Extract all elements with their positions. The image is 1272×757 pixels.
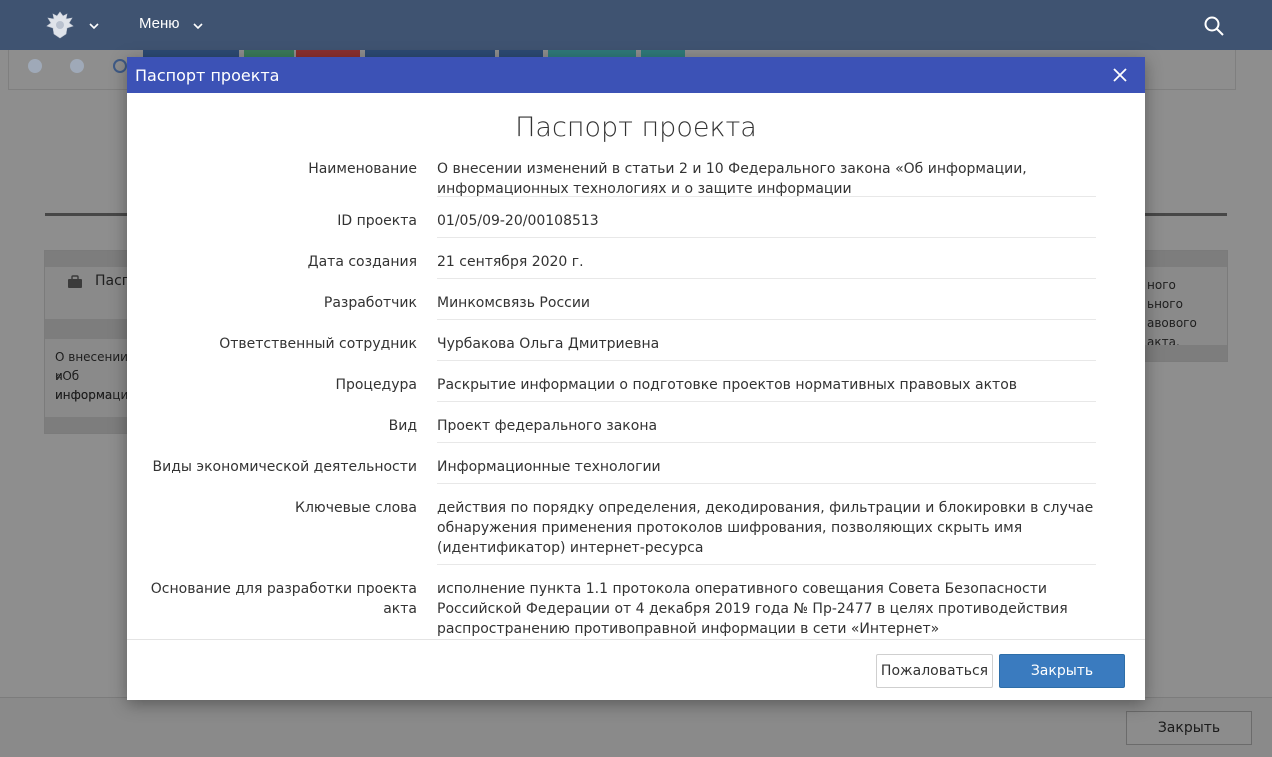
chevron-down-icon[interactable]: [192, 20, 204, 32]
field-row: Дата создания 21 сентября 2020 г.: [127, 238, 1145, 279]
field-value: Чурбакова Ольга Дмитриевна: [437, 320, 1096, 361]
field-label: ID проекта: [337, 213, 417, 229]
field-value: Раскрытие информации о подготовке проект…: [437, 361, 1096, 402]
menu-button[interactable]: Меню: [139, 15, 180, 32]
modal-title: Паспорт проекта: [135, 66, 280, 85]
passport-fields: Наименование О внесении изменений в стат…: [127, 156, 1145, 639]
briefcase-icon: [68, 275, 82, 288]
field-row: Виды экономической деятельности Информац…: [127, 443, 1145, 484]
back-icon[interactable]: [28, 59, 42, 73]
top-navbar: Меню: [0, 0, 1272, 50]
field-value: Информационные технологии: [437, 443, 1096, 484]
field-value: действия по порядку определения, декодир…: [437, 484, 1096, 565]
complain-button[interactable]: Пожаловаться: [876, 654, 993, 688]
field-value: 01/05/09-20/00108513: [437, 197, 1096, 238]
field-row: Разработчик Минкомсвязь России: [127, 279, 1145, 320]
field-value: 21 сентября 2020 г.: [437, 238, 1096, 279]
field-label: Вид: [388, 418, 417, 434]
field-row: Ключевые слова действия по порядку опред…: [127, 484, 1145, 565]
field-row: Процедура Раскрытие информации о подгото…: [127, 361, 1145, 402]
field-label: Процедура: [335, 377, 417, 393]
field-row: Ответственный сотрудник Чурбакова Ольга …: [127, 320, 1145, 361]
search-icon[interactable]: [1203, 15, 1225, 37]
background-card-right: ного ьного авового акта.: [1140, 250, 1228, 362]
background-card-left: Пасп О внесении и «Об информа информации: [44, 250, 136, 434]
field-row: Основание для разработки проекта акта ис…: [127, 565, 1145, 639]
field-label: Основание для разработки проекта акта: [150, 581, 417, 617]
field-label: Дата создания: [307, 254, 417, 270]
close-button[interactable]: Закрыть: [999, 654, 1125, 688]
modal-header: Паспорт проекта: [127, 57, 1145, 93]
modal-body[interactable]: Паспорт проекта Наименование О внесении …: [127, 93, 1145, 639]
project-passport-modal: Паспорт проекта Паспорт проекта Наименов…: [127, 57, 1145, 700]
field-label: Наименование: [308, 161, 417, 177]
card-header-text: Пасп: [95, 273, 131, 289]
field-label: Виды экономической деятельности: [152, 459, 417, 475]
field-row: Вид Проект федерального закона: [127, 402, 1145, 443]
background-close-button[interactable]: Закрыть: [1126, 711, 1252, 745]
field-value: О внесении изменений в статьи 2 и 10 Фед…: [437, 156, 1096, 197]
field-row: Наименование О внесении изменений в стат…: [127, 156, 1145, 197]
modal-footer: Пожаловаться Закрыть: [127, 639, 1145, 700]
refresh-icon[interactable]: [113, 59, 127, 73]
background-footer: [0, 697, 1272, 757]
field-label: Ответственный сотрудник: [219, 336, 417, 352]
field-value: Минкомсвязь России: [437, 279, 1096, 320]
field-value: Проект федерального закона: [437, 402, 1096, 443]
field-row: ID проекта 01/05/09-20/00108513: [127, 197, 1145, 238]
close-icon[interactable]: [1113, 68, 1127, 82]
field-value: исполнение пункта 1.1 протокола оператив…: [437, 581, 1068, 637]
passport-heading: Паспорт проекта: [515, 112, 757, 143]
field-label: Разработчик: [323, 295, 417, 311]
coat-of-arms-icon[interactable]: [44, 10, 76, 40]
field-label: Ключевые слова: [295, 500, 417, 516]
forward-icon[interactable]: [70, 59, 84, 73]
chevron-down-icon[interactable]: [88, 20, 100, 32]
